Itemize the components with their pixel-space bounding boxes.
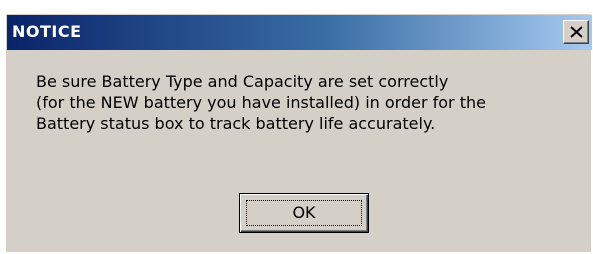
message-line: Be sure Battery Type and Capacity are se… bbox=[36, 72, 449, 91]
notice-message: Be sure Battery Type and Capacity are se… bbox=[36, 71, 584, 134]
window-title: NOTICE bbox=[12, 22, 82, 41]
notice-dialog: NOTICE Be sure Battery Type and Capacity… bbox=[6, 14, 592, 252]
ok-button-label: OK bbox=[292, 203, 316, 222]
close-icon bbox=[570, 26, 583, 38]
message-line: (for the NEW battery you have installed)… bbox=[36, 93, 486, 112]
ok-button[interactable]: OK bbox=[239, 193, 369, 233]
close-button[interactable] bbox=[563, 20, 589, 44]
title-bar[interactable]: NOTICE bbox=[7, 15, 592, 50]
message-line: Battery status box to track battery life… bbox=[36, 114, 436, 133]
